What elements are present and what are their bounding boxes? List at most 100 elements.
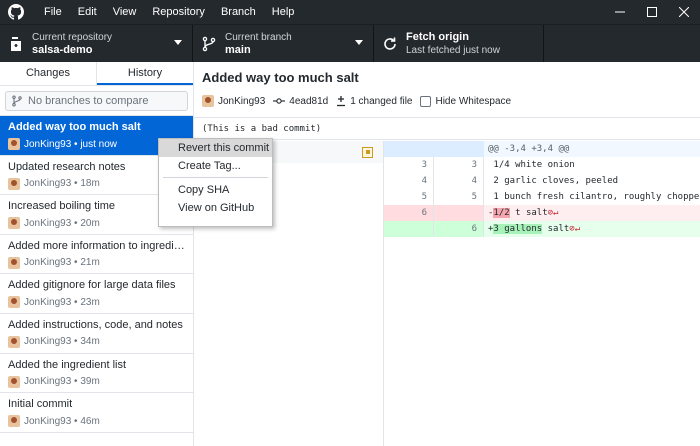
commit-meta: JonKing93 • 23m [24,296,100,308]
minimize-icon [615,11,625,13]
diff-context-line: 5 5 1 bunch fresh cilantro, roughly chop… [384,189,700,205]
commit-description: (This is a bad commit) [194,118,700,140]
commit-summary-header: Added way too much salt JonKing93 4ead81… [194,62,700,118]
fetch-origin-title: Fetch origin [406,30,469,43]
commit-sha[interactable]: 4ead81d [289,96,328,107]
line-number-new: 5 [434,189,484,205]
commit-meta: JonKing93 • 34m [24,336,100,348]
close-window-button[interactable] [668,0,700,24]
avatar [8,138,20,150]
commit-icon [273,98,286,104]
modified-file-icon [362,146,373,158]
commit-context-menu: Revert this commit Create Tag... Copy SH… [158,138,273,227]
diff-line-text: 1 bunch fresh cilantro, roughly chopped [488,192,700,202]
menu-edit[interactable]: Edit [70,0,105,24]
commit-meta: JonKing93 • 46m [24,415,100,427]
hide-whitespace-label: Hide Whitespace [435,95,512,107]
tab-history[interactable]: History [97,62,193,85]
commit-meta: JonKing93 • 39m [24,376,100,388]
no-newline-icon: ⊘↵ [547,208,559,218]
commit-list-item[interactable]: Added the ingredient list JonKing93 • 39… [0,354,193,394]
avatar [8,296,20,309]
menu-file[interactable]: File [36,0,70,24]
commit-meta: JonKing93 • 21m [24,257,100,269]
maximize-icon [647,7,657,17]
current-branch-button[interactable]: Current branch main [193,25,374,62]
branch-compare-input[interactable]: No branches to compare [5,91,188,111]
menu-view[interactable]: View [105,0,145,24]
commit-title: Added way too much salt [8,121,141,133]
diff-hunk-header: @@ -3,4 +3,4 @@ [384,141,700,157]
current-repository-button[interactable]: Current repository salsa-demo [0,25,193,62]
diff-icon [337,95,346,106]
diff-deleted-line: 6 -1/2 t salt⊘↵ [384,205,700,221]
avatar [8,375,20,388]
tab-changes[interactable]: Changes [0,62,97,85]
commit-detail-pane: Added way too much salt JonKing93 4ead81… [194,62,700,446]
menu-repository[interactable]: Repository [144,0,213,24]
diff-line-text: +3 gallons salt⊘↵ [484,221,700,237]
avatar [202,95,214,107]
fetch-origin-button[interactable]: Fetch origin Last fetched just now [374,25,544,62]
hunk-header-text: @@ -3,4 +3,4 @@ [484,141,700,157]
branch-icon [202,36,216,51]
line-number-old: 5 [384,189,434,205]
create-tag-menu-item[interactable]: Create Tag... [159,157,272,175]
revert-commit-menu-item[interactable]: Revert this commit [159,139,272,157]
line-number-old [384,141,434,157]
changed-files-count: 1 changed file [350,95,413,107]
avatar [8,335,20,348]
hide-whitespace-checkbox[interactable] [420,95,432,107]
diff-added-line: 6 +3 gallons salt⊘↵ [384,221,700,237]
avatar [8,415,20,428]
sync-icon [384,37,396,50]
line-number-new [434,141,484,157]
menu-help[interactable]: Help [264,0,303,24]
sidebar-tabs: Changes History [0,62,193,86]
diff-context-line: 3 3 1/4 white onion [384,157,700,173]
menu-branch[interactable]: Branch [213,0,264,24]
commit-list-item[interactable]: Added instructions, code, and notes JonK… [0,314,193,354]
line-number-new: 6 [434,221,484,237]
repo-icon [11,36,21,51]
diff-line-text: 1/4 white onion [488,160,575,170]
github-logo-icon [8,4,24,20]
commit-meta: JonKing93 • just now [24,138,118,150]
line-number-old: 6 [384,205,434,221]
commit-meta: JonKing93 • 20m [24,217,100,229]
menu-divider [163,177,268,178]
deleted-highlight: 1/2 [493,208,510,218]
line-number-new: 4 [434,173,484,189]
line-number-old [384,221,434,237]
commit-title: Initial commit [8,398,73,411]
line-number-new: 3 [434,157,484,173]
current-branch-value: main [225,43,251,56]
diff-context-line: 4 4 2 garlic cloves, peeled [384,173,700,189]
commit-meta: JonKing93 • 18m [24,178,100,190]
close-icon [679,7,689,17]
minimize-button[interactable] [604,0,636,24]
view-on-github-menu-item[interactable]: View on GitHub [159,199,272,217]
menu-bar: File Edit View Repository Branch Help [0,0,700,24]
window-controls [604,0,700,24]
no-newline-icon: ⊘↵ [569,224,581,234]
history-sidebar: Changes History No branches to compare A… [0,62,194,446]
diff-view: @@ -3,4 +3,4 @@ 3 3 1/4 white onion 4 4 … [384,141,700,446]
commit-list-item[interactable]: Initial commit JonKing93 • 46m [0,393,193,433]
commit-title: Added instructions, code, and notes [8,318,183,331]
chevron-down-icon [174,40,182,45]
avatar [8,217,20,230]
hide-whitespace-toggle[interactable]: Hide Whitespace [420,95,512,107]
diff-rest: salt [542,224,570,234]
line-number-old: 3 [384,157,434,173]
commit-list-item[interactable]: Added more information to ingredient... … [0,235,193,275]
avatar [8,256,20,269]
diff-line-text: 2 garlic cloves, peeled [488,176,619,186]
commit-detail-title: Added way too much salt [202,70,359,85]
commit-title: Added more information to ingredient... [8,239,185,252]
copy-sha-menu-item[interactable]: Copy SHA [159,181,272,199]
branch-icon [12,95,22,107]
commit-list-item[interactable]: Added gitignore for large data files Jon… [0,274,193,314]
maximize-button[interactable] [636,0,668,24]
toolbar: Current repository salsa-demo Current br… [0,24,700,62]
